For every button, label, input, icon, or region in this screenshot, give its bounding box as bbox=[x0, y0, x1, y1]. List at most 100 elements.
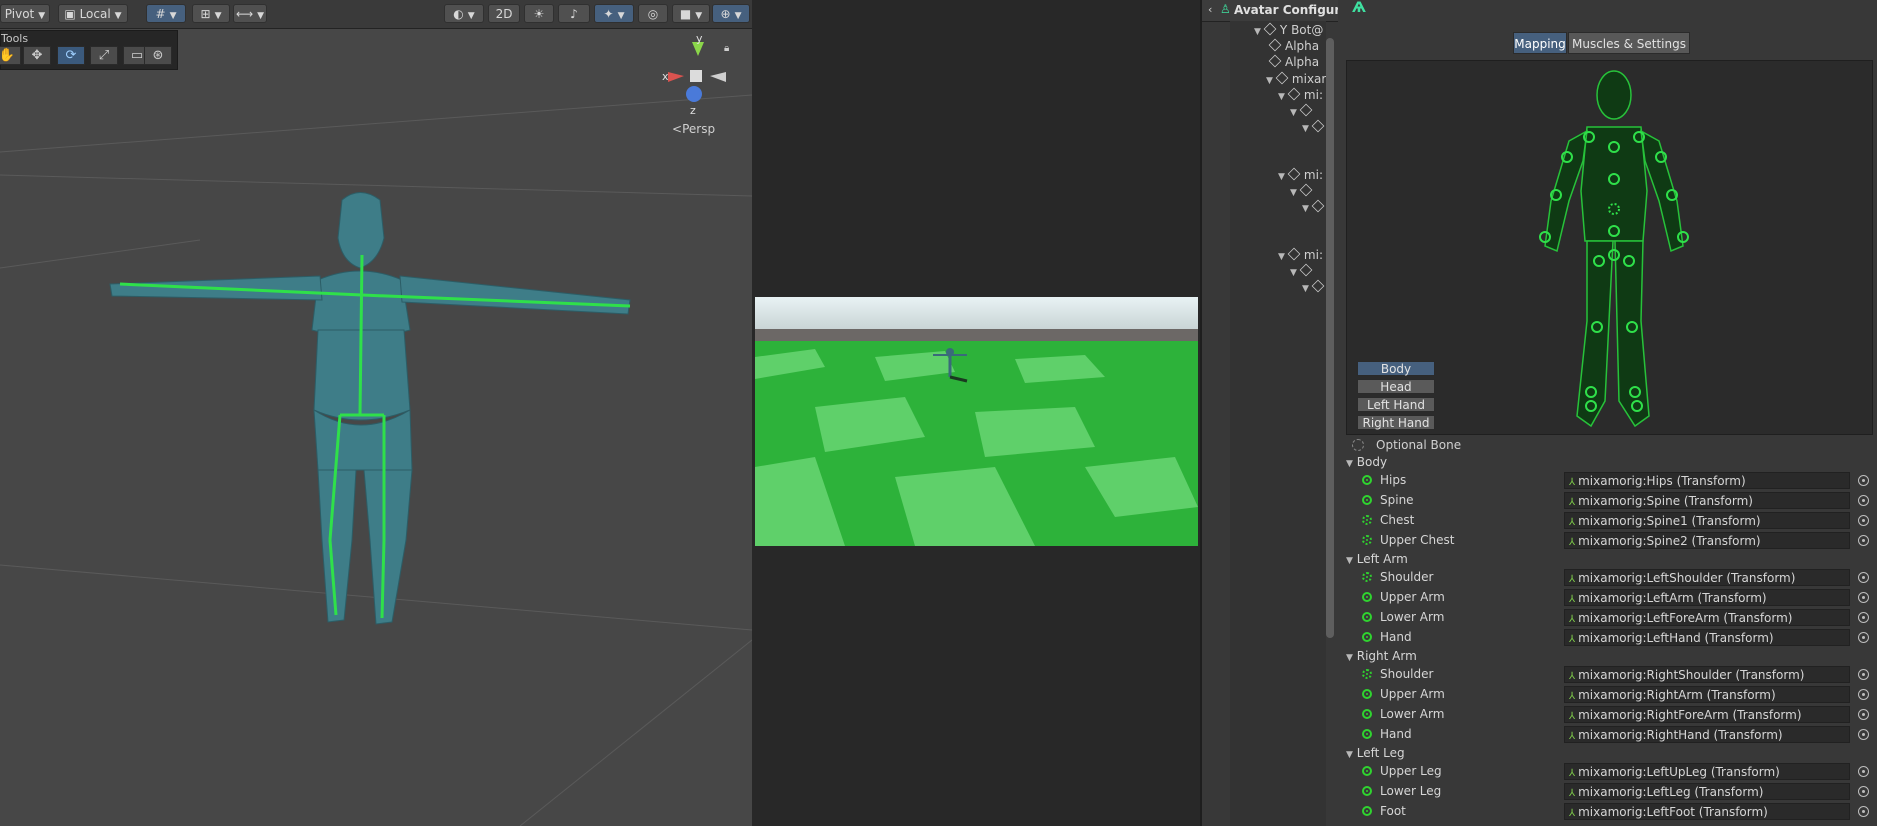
move-tool-button[interactable]: ✥ bbox=[23, 46, 51, 65]
gizmos-dropdown[interactable]: ⊕ ▼ bbox=[712, 4, 750, 23]
bone-status-icon bbox=[1362, 689, 1372, 699]
scale-tool-button[interactable]: ⤢ bbox=[90, 46, 118, 65]
rotate-tool-button[interactable]: ⟳ bbox=[57, 46, 85, 65]
bone-transform-field[interactable]: ⅄ mixamorig:LeftHand (Transform) bbox=[1564, 629, 1850, 646]
bone-transform-field[interactable]: ⅄ mixamorig:RightShoulder (Transform) bbox=[1564, 666, 1850, 683]
tab-muscles-settings[interactable]: Muscles & Settings bbox=[1568, 32, 1690, 54]
tree-item[interactable]: ▼ bbox=[1290, 263, 1316, 279]
bone-name: Upper Arm bbox=[1380, 590, 1445, 604]
bone-transform-field[interactable]: ⅄ mixamorig:RightForeArm (Transform) bbox=[1564, 706, 1850, 723]
bone-group-header[interactable]: ▼ Left Leg bbox=[1346, 746, 1405, 760]
object-picker-icon[interactable] bbox=[1858, 766, 1869, 777]
object-picker-icon[interactable] bbox=[1858, 689, 1869, 700]
body-part-right-hand-button[interactable]: Right Hand bbox=[1357, 415, 1435, 430]
optional-bone-icon bbox=[1352, 439, 1364, 451]
camera-dropdown[interactable]: ■ ▼ bbox=[672, 4, 710, 23]
avatar-body-view[interactable]: Body Head Left Hand Right Hand bbox=[1346, 60, 1873, 435]
grid-snap-button[interactable]: # ▼ bbox=[146, 4, 186, 23]
tree-item[interactable]: ▼ bbox=[1290, 183, 1316, 199]
cube-icon bbox=[1275, 71, 1289, 85]
scene-view[interactable]: Pivot ▼ ▣ Local ▼ # ▼ ⊞ ▼ ⟷ ▼ ◐ ▼ 2D ☀ ♪ ✦ ▼ ◎ … bbox=[0, 0, 752, 826]
hierarchy-scrollbar[interactable] bbox=[1326, 38, 1334, 638]
bone-row: Hand ⅄ mixamorig:RightHand (Transform) bbox=[1338, 726, 1877, 744]
bone-transform-field[interactable]: ⅄ mixamorig:RightArm (Transform) bbox=[1564, 686, 1850, 703]
tree-item[interactable]: ▼ mi: bbox=[1278, 167, 1323, 183]
orientation-gizmo[interactable]: y x z bbox=[654, 36, 734, 116]
tree-item[interactable]: ▼ bbox=[1302, 279, 1328, 295]
bone-transform-field[interactable]: ⅄ mixamorig:LeftLeg (Transform) bbox=[1564, 783, 1850, 800]
bone-transform-field[interactable]: ⅄ mixamorig:Spine2 (Transform) bbox=[1564, 532, 1850, 549]
projection-toggle[interactable]: <Persp bbox=[672, 122, 715, 136]
back-chevron-icon[interactable]: ‹ bbox=[1208, 3, 1212, 16]
object-picker-icon[interactable] bbox=[1858, 592, 1869, 603]
audio-icon: ♪ bbox=[570, 7, 578, 21]
bone-group-header[interactable]: ▼ Left Arm bbox=[1346, 552, 1408, 566]
ruler-button[interactable]: ⟷ ▼ bbox=[233, 4, 267, 23]
scene-viewport[interactable] bbox=[0, 0, 752, 826]
snap-increment-button[interactable]: ⊞ ▼ bbox=[192, 4, 230, 23]
hidden-objects-toggle[interactable]: ◎ bbox=[638, 4, 668, 23]
bone-status-icon bbox=[1362, 632, 1372, 642]
effects-dropdown[interactable]: ✦ ▼ bbox=[594, 4, 634, 23]
lighting-toggle[interactable]: ☀ bbox=[524, 4, 554, 23]
shading-mode-dropdown[interactable]: ◐ ▼ bbox=[444, 4, 484, 23]
pivot-dropdown[interactable]: Pivot ▼ bbox=[0, 4, 50, 23]
bone-status-icon bbox=[1362, 612, 1372, 622]
bone-transform-field[interactable]: ⅄ mixamorig:LeftUpLeg (Transform) bbox=[1564, 763, 1850, 780]
bone-group-header[interactable]: ▼ Body bbox=[1346, 455, 1387, 469]
object-picker-icon[interactable] bbox=[1858, 572, 1869, 583]
bone-row: Hips ⅄ mixamorig:Hips (Transform) bbox=[1338, 472, 1877, 490]
transform-icon: ⊛ bbox=[152, 48, 164, 63]
tree-item[interactable]: ▼ mi: bbox=[1278, 247, 1323, 263]
bone-transform-field[interactable]: ⅄ mixamorig:Spine (Transform) bbox=[1564, 492, 1850, 509]
body-part-body-button[interactable]: Body bbox=[1357, 361, 1435, 376]
bone-transform-field[interactable]: ⅄ mixamorig:Hips (Transform) bbox=[1564, 472, 1850, 489]
bone-transform-field[interactable]: ⅄ mixamorig:LeftArm (Transform) bbox=[1564, 589, 1850, 606]
object-picker-icon[interactable] bbox=[1858, 806, 1869, 817]
bone-transform-field[interactable]: ⅄ mixamorig:RightHand (Transform) bbox=[1564, 726, 1850, 743]
bone-name: Lower Arm bbox=[1380, 610, 1445, 624]
tree-item[interactable]: ▼ bbox=[1302, 199, 1328, 215]
object-picker-icon[interactable] bbox=[1858, 495, 1869, 506]
tree-item[interactable]: ▼ mi: bbox=[1278, 87, 1323, 103]
view-tool-button[interactable]: ✋ bbox=[0, 46, 21, 65]
object-picker-icon[interactable] bbox=[1858, 475, 1869, 486]
object-picker-icon[interactable] bbox=[1858, 515, 1869, 526]
bone-transform-field[interactable]: ⅄ mixamorig:LeftShoulder (Transform) bbox=[1564, 569, 1850, 586]
object-picker-icon[interactable] bbox=[1858, 632, 1869, 643]
bone-row: Lower Leg ⅄ mixamorig:LeftLeg (Transform) bbox=[1338, 783, 1877, 801]
globe-icon: ⊕ bbox=[720, 7, 731, 21]
bone-name: Hips bbox=[1380, 473, 1407, 487]
bone-row: Foot ⅄ mixamorig:LeftFoot (Transform) bbox=[1338, 803, 1877, 821]
object-picker-icon[interactable] bbox=[1858, 709, 1869, 720]
local-dropdown[interactable]: ▣ Local ▼ bbox=[58, 4, 128, 23]
hierarchy-panel: ‹ ♙ Avatar Configura ▼ Y Bot@ Alpha Alpha… bbox=[1200, 0, 1338, 826]
object-picker-icon[interactable] bbox=[1858, 612, 1869, 623]
tree-item[interactable]: ▼ mixar bbox=[1266, 71, 1326, 87]
eye-off-icon: ◎ bbox=[647, 7, 659, 21]
2d-toggle[interactable]: 2D bbox=[488, 4, 520, 23]
body-part-head-button[interactable]: Head bbox=[1357, 379, 1435, 394]
tools-overlay: Tools ✋ ✥ ⟳ ⤢ ▭ ⊛ bbox=[0, 30, 178, 70]
lock-icon[interactable]: 🔒︎ bbox=[724, 43, 729, 54]
object-picker-icon[interactable] bbox=[1858, 786, 1869, 797]
tree-item[interactable]: ▼ bbox=[1302, 119, 1328, 135]
bone-transform-field[interactable]: ⅄ mixamorig:LeftFoot (Transform) bbox=[1564, 803, 1850, 820]
tools-title: Tools bbox=[1, 32, 29, 45]
transform-icon: ⅄ bbox=[1569, 477, 1576, 488]
tree-item[interactable]: Alpha bbox=[1266, 38, 1319, 54]
tree-item[interactable]: Alpha bbox=[1266, 54, 1319, 70]
tab-mapping[interactable]: Mapping bbox=[1513, 32, 1567, 54]
tree-item[interactable]: ▼ Y Bot@ bbox=[1254, 22, 1323, 38]
effects-icon: ✦ bbox=[603, 7, 614, 21]
transform-tool-button[interactable]: ⊛ bbox=[144, 46, 172, 65]
tree-item[interactable]: ▼ bbox=[1290, 103, 1316, 119]
audio-toggle[interactable]: ♪ bbox=[558, 4, 590, 23]
bone-group-header[interactable]: ▼ Right Arm bbox=[1346, 649, 1417, 663]
object-picker-icon[interactable] bbox=[1858, 669, 1869, 680]
bone-transform-field[interactable]: ⅄ mixamorig:Spine1 (Transform) bbox=[1564, 512, 1850, 529]
object-picker-icon[interactable] bbox=[1858, 729, 1869, 740]
bone-transform-field[interactable]: ⅄ mixamorig:LeftForeArm (Transform) bbox=[1564, 609, 1850, 626]
object-picker-icon[interactable] bbox=[1858, 535, 1869, 546]
body-part-left-hand-button[interactable]: Left Hand bbox=[1357, 397, 1435, 412]
